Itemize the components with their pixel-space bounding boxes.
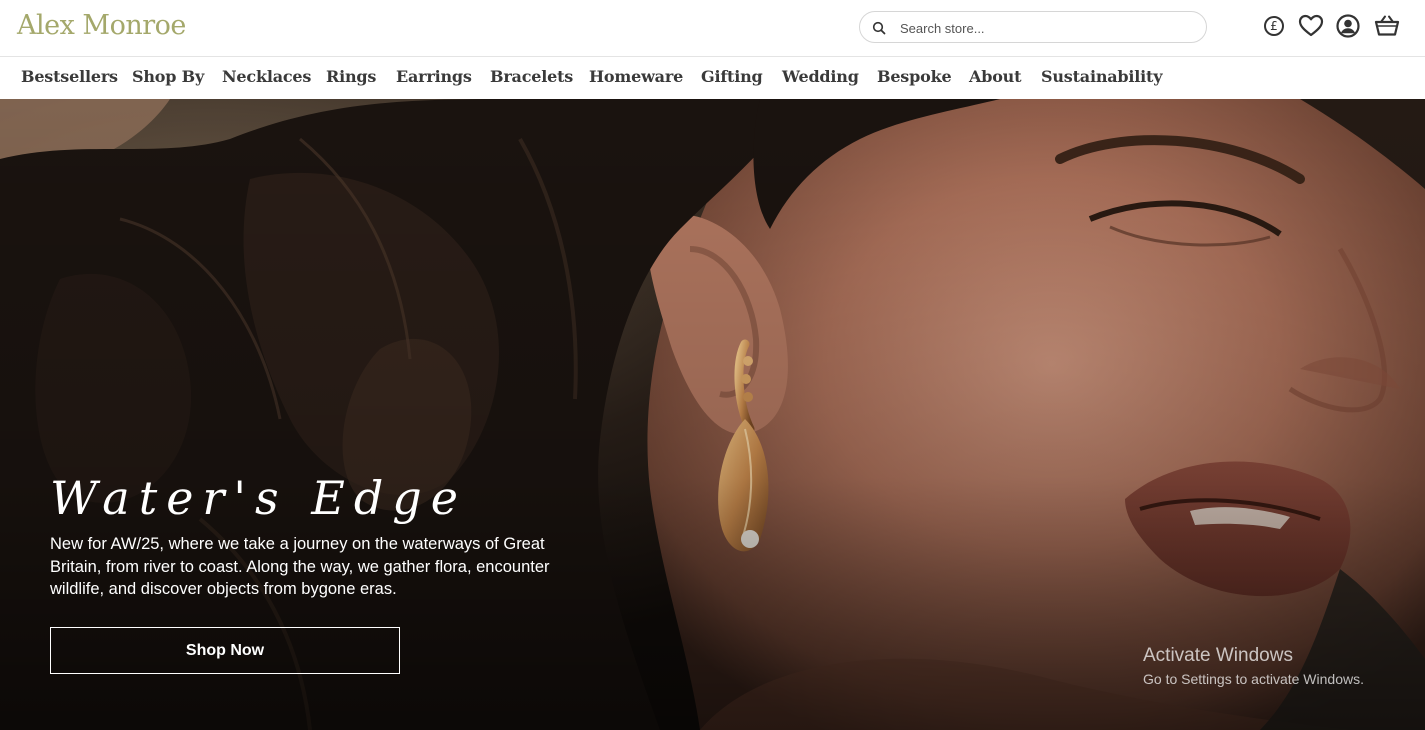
hero-description: New for AW/25, where we take a journey o… bbox=[50, 535, 550, 598]
nav-item-bespoke[interactable]: Bespoke bbox=[877, 67, 952, 86]
search-bar[interactable] bbox=[859, 11, 1207, 43]
nav-item-homeware[interactable]: Homeware bbox=[589, 67, 683, 86]
currency-icon[interactable]: £ bbox=[1264, 16, 1284, 36]
nav-item-shop-by[interactable]: Shop By bbox=[132, 67, 204, 86]
nav-item-wedding[interactable]: Wedding bbox=[782, 67, 859, 86]
main-navigation: Bestsellers Shop By Necklaces Rings Earr… bbox=[0, 57, 1425, 99]
search-input[interactable] bbox=[900, 18, 1190, 38]
nav-item-about[interactable]: About bbox=[969, 67, 1022, 86]
nav-item-rings[interactable]: Rings bbox=[326, 67, 376, 86]
nav-item-necklaces[interactable]: Necklaces bbox=[222, 67, 311, 86]
site-header: Alex Monroe £ bbox=[0, 0, 1425, 57]
windows-activation-watermark: Activate Windows Go to Settings to activ… bbox=[1143, 645, 1364, 687]
brand-logo[interactable]: Alex Monroe bbox=[17, 10, 186, 41]
nav-item-earrings[interactable]: Earrings bbox=[396, 67, 472, 86]
nav-item-gifting[interactable]: Gifting bbox=[701, 67, 763, 86]
hero-title: Water's Edge bbox=[50, 471, 467, 525]
nav-item-sustainability[interactable]: Sustainability bbox=[1041, 67, 1163, 86]
nav-item-bracelets[interactable]: Bracelets bbox=[490, 67, 573, 86]
watermark-title: Activate Windows bbox=[1143, 645, 1293, 666]
heart-icon[interactable] bbox=[1298, 13, 1324, 39]
account-icon[interactable] bbox=[1335, 13, 1361, 39]
basket-icon[interactable] bbox=[1374, 13, 1400, 39]
watermark-subtitle: Go to Settings to activate Windows. bbox=[1143, 671, 1364, 687]
hero-banner: Water's Edge New for AW/25, where we tak… bbox=[0, 99, 1425, 730]
search-icon bbox=[872, 21, 886, 35]
nav-item-bestsellers[interactable]: Bestsellers bbox=[21, 67, 118, 86]
shop-now-button[interactable]: Shop Now bbox=[50, 627, 400, 674]
